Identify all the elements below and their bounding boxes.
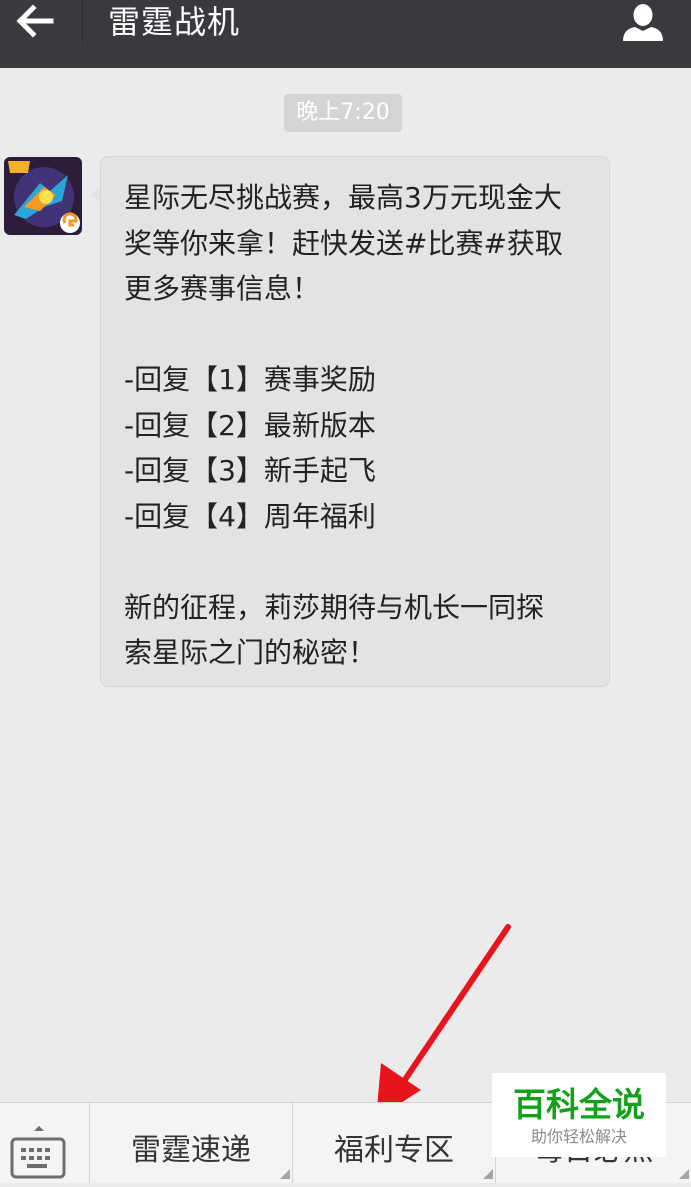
profile-button[interactable] [610, 0, 676, 46]
menu-item-welfare-zone[interactable]: 福利专区 [292, 1103, 495, 1183]
watermark-title: 百科全说 [513, 1085, 645, 1124]
submenu-indicator-icon [679, 1169, 689, 1179]
menu-item-leiting-express[interactable]: 雷霆速递 [89, 1103, 292, 1183]
arrow-left-icon [16, 4, 54, 38]
keyboard-icon [10, 1126, 66, 1179]
watermark-subtitle: 助你轻松解决 [530, 1127, 627, 1146]
submenu-indicator-icon [280, 1169, 290, 1179]
submenu-indicator-icon [483, 1169, 493, 1179]
message-timestamp: 晚上7:20 [284, 94, 402, 132]
menu-item-label: 雷霆速递 [131, 1133, 251, 1168]
message-bubble: 星际无尽挑战赛，最高3万元现金大 奖等你来拿！赶快发送#比赛#获取 更多赛事信息… [100, 156, 610, 687]
keyboard-toggle-button[interactable] [0, 1103, 89, 1183]
game-app-icon [4, 157, 82, 235]
watermark-logo: 百科全说 助你轻松解决 [492, 1073, 666, 1157]
title-bar: 雷霆战机 [0, 0, 691, 68]
title-divider [82, 0, 83, 44]
page-title: 雷霆战机 [108, 3, 241, 41]
person-icon [623, 4, 663, 41]
back-button[interactable] [0, 0, 82, 46]
menu-item-label: 福利专区 [334, 1133, 454, 1168]
avatar[interactable] [4, 157, 82, 235]
